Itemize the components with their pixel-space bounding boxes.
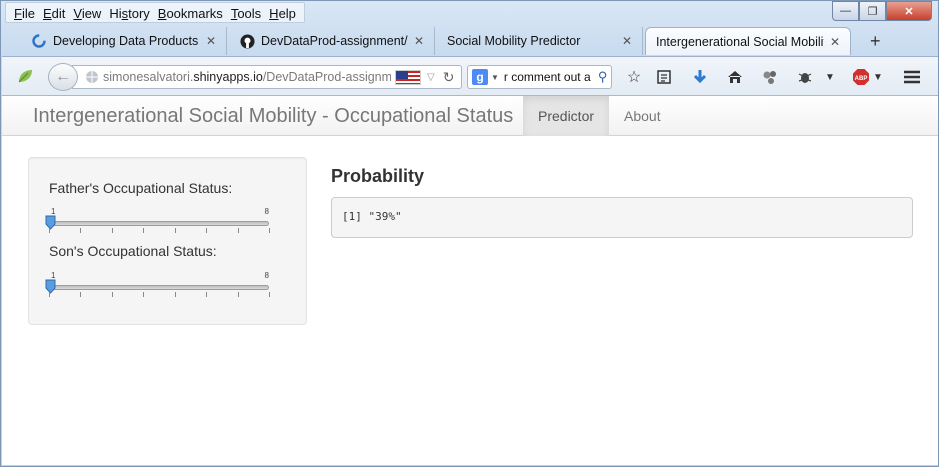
- bookmarks-list-icon[interactable]: [654, 67, 674, 87]
- slider-tick: [80, 292, 81, 297]
- slider-tick: [206, 292, 207, 297]
- slider-handle[interactable]: [45, 215, 56, 230]
- tab-github-repo[interactable]: DevDataProd-assignment/... ✕: [229, 27, 435, 55]
- tab-developing-data-products[interactable]: Developing Data Products |... ✕: [21, 27, 227, 55]
- slider-track[interactable]: [49, 285, 269, 290]
- slider-tick: [238, 228, 239, 233]
- close-window-button[interactable]: ✕: [886, 1, 932, 21]
- tab-label: Intergenerational Social Mobilit...: [656, 34, 824, 49]
- search-bar[interactable]: g ▼ r comment out a ⚲: [467, 65, 612, 89]
- new-tab-button[interactable]: +: [870, 31, 881, 52]
- tab-social-mobility-predictor[interactable]: Social Mobility Predictor ✕: [437, 27, 643, 55]
- reload-icon[interactable]: ↻: [443, 69, 455, 86]
- slider-tick: [175, 292, 176, 297]
- maximize-button[interactable]: ❐: [859, 1, 886, 21]
- back-button[interactable]: ←: [48, 63, 78, 91]
- back-arrow-icon: ←: [55, 68, 71, 85]
- slider-tick: [143, 228, 144, 233]
- slider-max-label: 8: [264, 271, 269, 280]
- url-dropdown-icon[interactable]: ▽: [427, 72, 435, 83]
- slider-tick: [269, 228, 270, 233]
- close-tab-icon[interactable]: ✕: [622, 34, 632, 48]
- input-sidebar-panel: Father's Occupational Status: 1 8 Son's …: [28, 157, 307, 325]
- menu-bookmarks[interactable]: Bookmarks: [154, 3, 227, 22]
- menu-bar: File Edit View History Bookmarks Tools H…: [5, 2, 305, 23]
- father-status-label: Father's Occupational Status:: [49, 180, 233, 196]
- slider-tick: [143, 292, 144, 297]
- probability-output: [1] "39%": [331, 197, 913, 238]
- slider-tick: [80, 228, 81, 233]
- download-icon[interactable]: [690, 67, 710, 87]
- leaf-addon-icon[interactable]: [16, 67, 34, 85]
- nav-tab-about[interactable]: About: [609, 96, 676, 136]
- minimize-button[interactable]: —: [832, 1, 859, 21]
- menu-edit[interactable]: Edit: [39, 3, 69, 22]
- close-tab-icon[interactable]: ✕: [206, 34, 216, 48]
- google-icon[interactable]: g: [472, 69, 488, 85]
- slider-tick: [206, 228, 207, 233]
- father-status-slider[interactable]: 1 8: [45, 207, 271, 237]
- navigation-toolbar: simonesalvatori.shinyapps.io/DevDataProd…: [2, 56, 938, 96]
- slider-tick: [269, 292, 270, 297]
- son-status-label: Son's Occupational Status:: [49, 243, 217, 259]
- addon-molecule-icon[interactable]: [760, 67, 780, 87]
- search-engine-dropdown-icon[interactable]: ▼: [491, 73, 499, 82]
- search-input[interactable]: r comment out a: [504, 70, 596, 84]
- slider-tick: [238, 292, 239, 297]
- menu-history[interactable]: History: [105, 3, 153, 22]
- addon-bug-icon[interactable]: [795, 67, 815, 87]
- tab-intergenerational-active[interactable]: Intergenerational Social Mobilit... ✕: [645, 27, 851, 55]
- menu-view[interactable]: View: [69, 3, 105, 22]
- slider-handle[interactable]: [45, 279, 56, 294]
- tab-strip: Developing Data Products |... ✕ DevDataP…: [21, 26, 853, 55]
- adblock-dropdown-icon[interactable]: ▼: [868, 67, 888, 87]
- window-controls: — ❐ ✕: [832, 1, 932, 21]
- url-text: simonesalvatori.shinyapps.io/DevDataProd…: [103, 70, 391, 84]
- hamburger-menu-icon[interactable]: [902, 67, 922, 87]
- menu-file[interactable]: File: [10, 3, 39, 22]
- tab-label: Social Mobility Predictor: [447, 34, 581, 48]
- close-tab-icon[interactable]: ✕: [830, 35, 840, 49]
- search-icon[interactable]: ⚲: [598, 69, 608, 85]
- menu-tools[interactable]: Tools: [227, 3, 265, 22]
- slider-tick: [49, 292, 50, 297]
- globe-icon: [86, 71, 98, 83]
- tab-label: DevDataProd-assignment/...: [261, 34, 408, 48]
- github-icon: [239, 33, 255, 49]
- browser-window: File Edit View History Bookmarks Tools H…: [0, 0, 939, 467]
- svg-text:ABP: ABP: [855, 76, 868, 82]
- slider-max-label: 8: [264, 207, 269, 216]
- app-title: Intergenerational Social Mobility - Occu…: [33, 105, 514, 127]
- bookmark-star-icon[interactable]: ☆: [624, 67, 644, 87]
- slider-tick: [49, 228, 50, 233]
- slider-tick: [112, 228, 113, 233]
- app-navbar: Intergenerational Social Mobility - Occu…: [2, 96, 938, 136]
- menu-help[interactable]: Help: [265, 3, 300, 22]
- toolbar-dropdown-icon[interactable]: ▼: [820, 67, 840, 87]
- son-status-slider[interactable]: 1 8: [45, 271, 271, 301]
- slider-track[interactable]: [49, 221, 269, 226]
- coursera-icon: [31, 33, 47, 49]
- us-flag-icon: [395, 69, 421, 85]
- nav-tab-predictor[interactable]: Predictor: [523, 96, 610, 136]
- slider-tick: [175, 228, 176, 233]
- close-tab-icon[interactable]: ✕: [414, 34, 424, 48]
- home-icon[interactable]: [725, 67, 745, 87]
- probability-heading: Probability: [331, 166, 425, 186]
- tab-label: Developing Data Products |...: [53, 34, 200, 48]
- url-bar[interactable]: simonesalvatori.shinyapps.io/DevDataProd…: [72, 65, 462, 89]
- slider-tick: [112, 292, 113, 297]
- page-viewport: Intergenerational Social Mobility - Occu…: [2, 96, 938, 465]
